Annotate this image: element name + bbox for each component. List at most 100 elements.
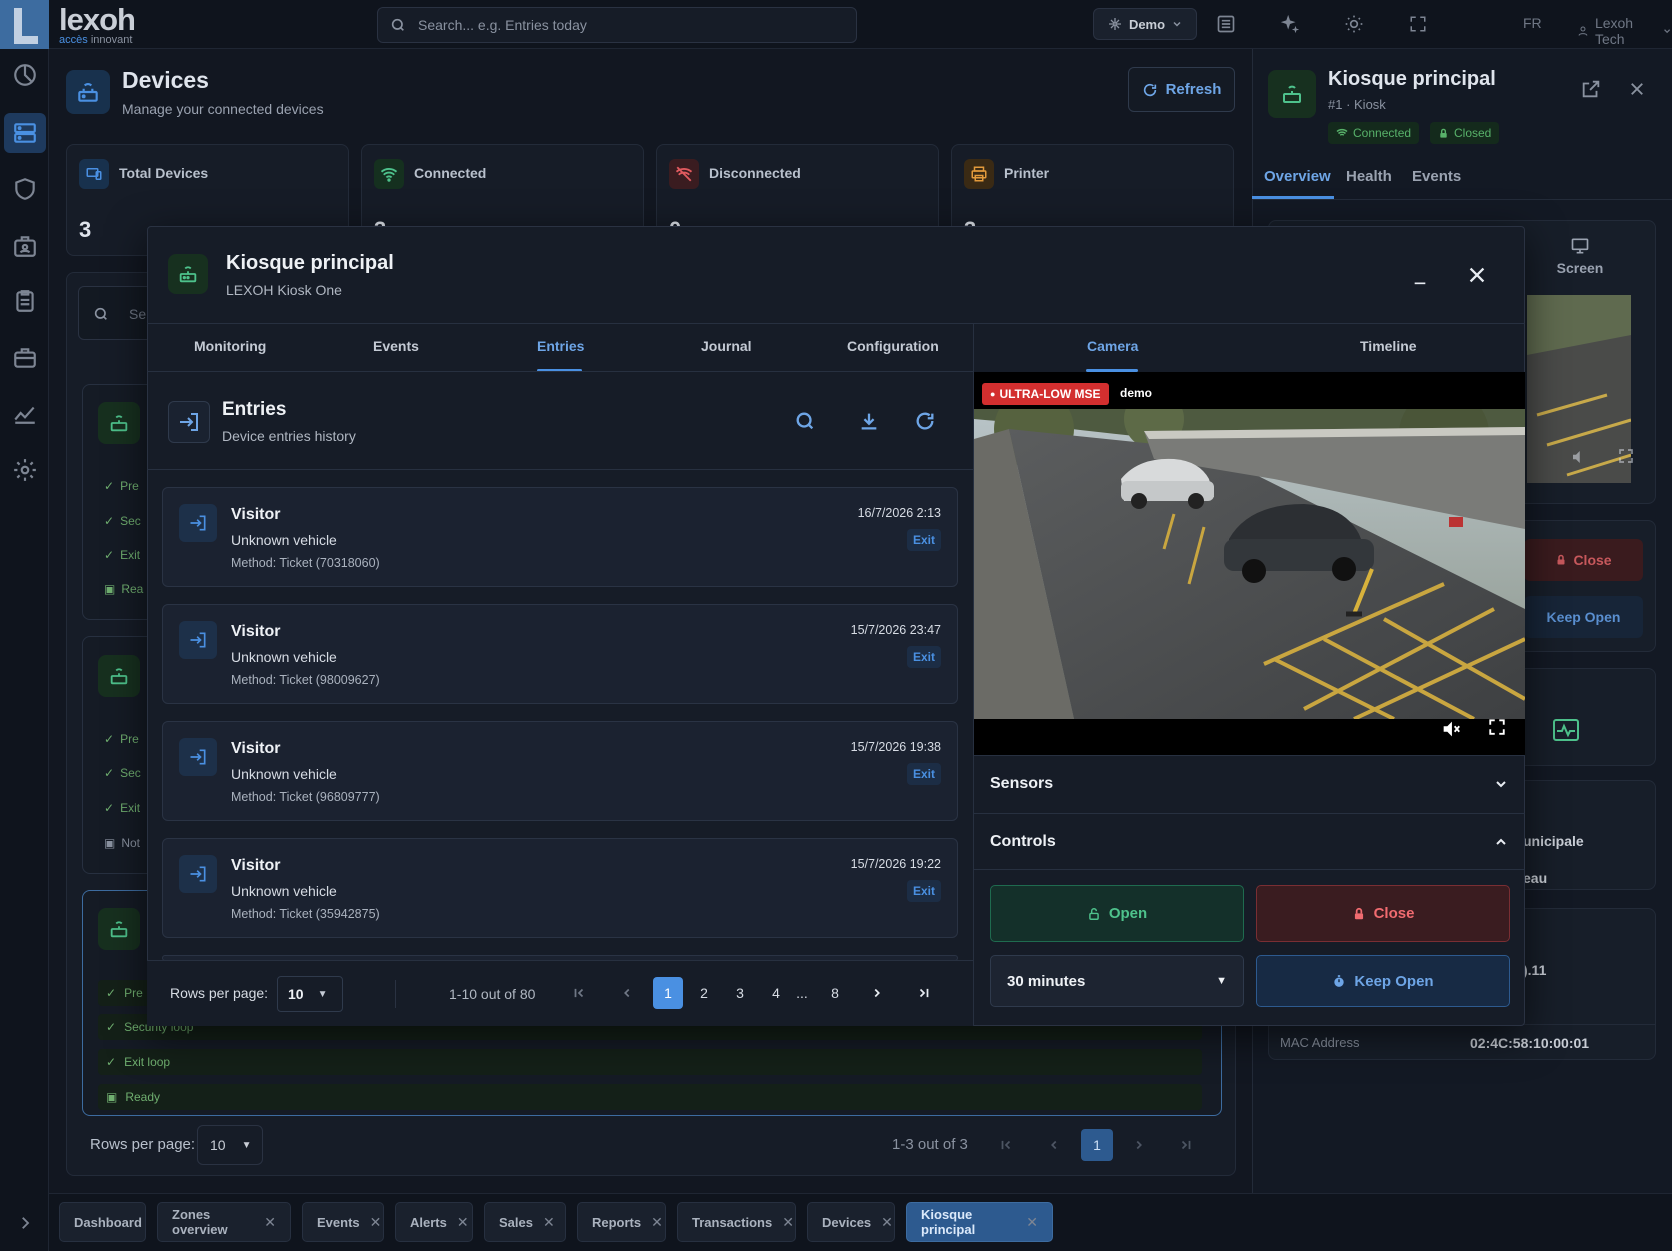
close-tab-icon[interactable]: ✕ bbox=[264, 1214, 276, 1231]
entry-timestamp: 15/7/2026 19:38 bbox=[850, 740, 941, 754]
close-tab-icon[interactable]: ✕ bbox=[782, 1214, 794, 1231]
list-view-icon[interactable] bbox=[1215, 13, 1237, 35]
language-switch[interactable]: FR bbox=[1523, 15, 1542, 31]
camera-feed[interactable] bbox=[974, 409, 1525, 719]
screen-toggle[interactable]: Screen bbox=[1535, 236, 1625, 276]
close-panel-icon[interactable] bbox=[1628, 80, 1646, 98]
open-external-icon[interactable] bbox=[1580, 78, 1602, 100]
fullscreen-icon[interactable] bbox=[1488, 718, 1506, 736]
mute-icon[interactable] bbox=[1570, 448, 1588, 466]
printer-icon bbox=[964, 159, 994, 189]
close-tab-icon[interactable]: ✕ bbox=[881, 1214, 893, 1231]
close-tab-icon[interactable]: ✕ bbox=[370, 1214, 382, 1231]
next-page-icon[interactable] bbox=[1125, 1131, 1153, 1159]
tab-events[interactable]: Events bbox=[373, 338, 419, 354]
download-icon[interactable] bbox=[858, 410, 882, 434]
bottom-tab[interactable]: Events ✕ bbox=[302, 1202, 384, 1242]
entries-icon bbox=[168, 401, 210, 443]
duration-select[interactable]: 30 minutes ▼ bbox=[990, 955, 1244, 1007]
close-modal-icon[interactable] bbox=[1466, 264, 1488, 286]
entries-subtitle: Device entries history bbox=[222, 428, 356, 444]
rows-per-page-select[interactable]: 10 ▼ bbox=[197, 1125, 263, 1165]
first-page-icon[interactable] bbox=[567, 981, 591, 1005]
entry-row[interactable]: Visitor Unknown vehicle Method: Ticket (98… bbox=[162, 604, 958, 704]
page-1-button[interactable]: 1 bbox=[1081, 1129, 1113, 1161]
user-menu[interactable]: Lexoh Tech bbox=[1577, 15, 1672, 47]
wifi-icon bbox=[1336, 128, 1348, 136]
tab-configuration[interactable]: Configuration bbox=[847, 338, 939, 354]
dashboard-icon[interactable] bbox=[10, 60, 40, 90]
close-tab-icon[interactable]: ✕ bbox=[651, 1214, 663, 1231]
bottom-tab[interactable]: Reports ✕ bbox=[577, 1202, 666, 1242]
fullscreen-icon[interactable] bbox=[1618, 448, 1634, 464]
kiosk-icon bbox=[98, 655, 140, 697]
close-button[interactable]: Close bbox=[1256, 885, 1510, 942]
logo-mark[interactable] bbox=[0, 0, 49, 49]
entry-row[interactable]: Visitor Unknown vehicle Method: Ticket (70… bbox=[162, 487, 958, 587]
last-page-icon[interactable] bbox=[912, 981, 936, 1005]
close-tab-icon[interactable]: ✕ bbox=[543, 1214, 555, 1231]
global-search[interactable]: Search... e.g. Entries today bbox=[377, 7, 857, 43]
sparkle-icon[interactable] bbox=[1279, 13, 1301, 35]
page-button[interactable]: 4 bbox=[761, 977, 791, 1009]
close-tab-icon[interactable]: ✕ bbox=[457, 1214, 469, 1231]
briefcase-icon[interactable] bbox=[10, 343, 40, 373]
fullscreen-icon[interactable] bbox=[1407, 13, 1429, 35]
next-page-icon[interactable] bbox=[865, 981, 889, 1005]
prev-page-icon[interactable] bbox=[1040, 1131, 1068, 1159]
tab-timeline[interactable]: Timeline bbox=[1360, 338, 1417, 354]
refresh-button[interactable]: Refresh bbox=[1128, 67, 1235, 112]
entries-title: Entries bbox=[222, 399, 287, 420]
demo-selector[interactable]: Demo bbox=[1093, 8, 1197, 40]
detail-keep-open-button[interactable]: Keep Open bbox=[1524, 596, 1643, 638]
page-button[interactable]: 2 bbox=[689, 977, 719, 1009]
tab-journal[interactable]: Journal bbox=[701, 338, 752, 354]
bottom-tab[interactable]: Kiosque principal ✕ bbox=[906, 1202, 1053, 1242]
kiosk-icon bbox=[1268, 70, 1316, 118]
detail-tab-events[interactable]: Events bbox=[1412, 168, 1461, 185]
rows-per-page-select[interactable]: 10 ▼ bbox=[277, 976, 343, 1012]
bottom-tab[interactable]: Devices ✕ bbox=[807, 1202, 895, 1242]
mute-icon[interactable] bbox=[1440, 718, 1462, 740]
bottom-tab[interactable]: Dashboard bbox=[59, 1202, 146, 1242]
detail-tab-health[interactable]: Health bbox=[1346, 168, 1392, 185]
minimize-icon[interactable] bbox=[1412, 270, 1428, 286]
close-tab-icon[interactable]: ✕ bbox=[1026, 1214, 1038, 1231]
bottom-tab[interactable]: Alerts ✕ bbox=[395, 1202, 473, 1242]
entry-row[interactable]: Visitor Unknown vehicle Method: Ticket (96… bbox=[162, 721, 958, 821]
tab-monitoring[interactable]: Monitoring bbox=[194, 338, 266, 354]
entry-row[interactable]: Visitor Unknown vehicle Method: Ticket (35… bbox=[162, 838, 958, 938]
search-icon[interactable] bbox=[794, 410, 818, 434]
badge-icon[interactable] bbox=[10, 231, 40, 261]
tab-camera[interactable]: Camera bbox=[1087, 338, 1138, 354]
refresh-icon[interactable] bbox=[914, 410, 938, 434]
page-button[interactable]: 1 bbox=[653, 977, 683, 1009]
tab-entries[interactable]: Entries bbox=[537, 338, 584, 354]
analytics-icon[interactable] bbox=[10, 398, 40, 428]
bottom-tab[interactable]: Transactions ✕ bbox=[677, 1202, 796, 1242]
last-page-icon[interactable] bbox=[1172, 1131, 1200, 1159]
open-button[interactable]: Open bbox=[990, 885, 1244, 942]
first-page-icon[interactable] bbox=[992, 1131, 1020, 1159]
theme-sun-icon[interactable] bbox=[1343, 13, 1365, 35]
keep-open-button[interactable]: Keep Open bbox=[1256, 955, 1510, 1007]
expand-sidebar-icon[interactable] bbox=[10, 1208, 40, 1238]
detail-close-button[interactable]: Close bbox=[1524, 539, 1643, 581]
search-input[interactable]: Search... e.g. Entries today bbox=[418, 17, 587, 33]
sensors-accordion[interactable]: Sensors bbox=[974, 755, 1525, 811]
devices-icon[interactable] bbox=[4, 113, 46, 153]
bottom-tab[interactable]: Zones overview ✕ bbox=[157, 1202, 291, 1242]
gear-icon[interactable] bbox=[10, 455, 40, 485]
clipboard-icon[interactable] bbox=[10, 286, 40, 316]
chip: ✓ Pre bbox=[104, 479, 139, 493]
page-button[interactable]: 8 bbox=[820, 977, 850, 1009]
detail-tab-overview[interactable]: Overview bbox=[1264, 168, 1331, 185]
devices-search-input[interactable]: Se bbox=[78, 286, 158, 340]
controls-accordion[interactable]: Controls bbox=[974, 813, 1525, 870]
bottom-tab[interactable]: Sales ✕ bbox=[484, 1202, 566, 1242]
prev-page-icon[interactable] bbox=[615, 981, 639, 1005]
shield-icon[interactable] bbox=[10, 174, 40, 204]
page-button[interactable]: 3 bbox=[725, 977, 755, 1009]
info-value: ).11 bbox=[1523, 962, 1547, 978]
brand-logo[interactable]: lexoh accès innovant bbox=[59, 4, 136, 47]
